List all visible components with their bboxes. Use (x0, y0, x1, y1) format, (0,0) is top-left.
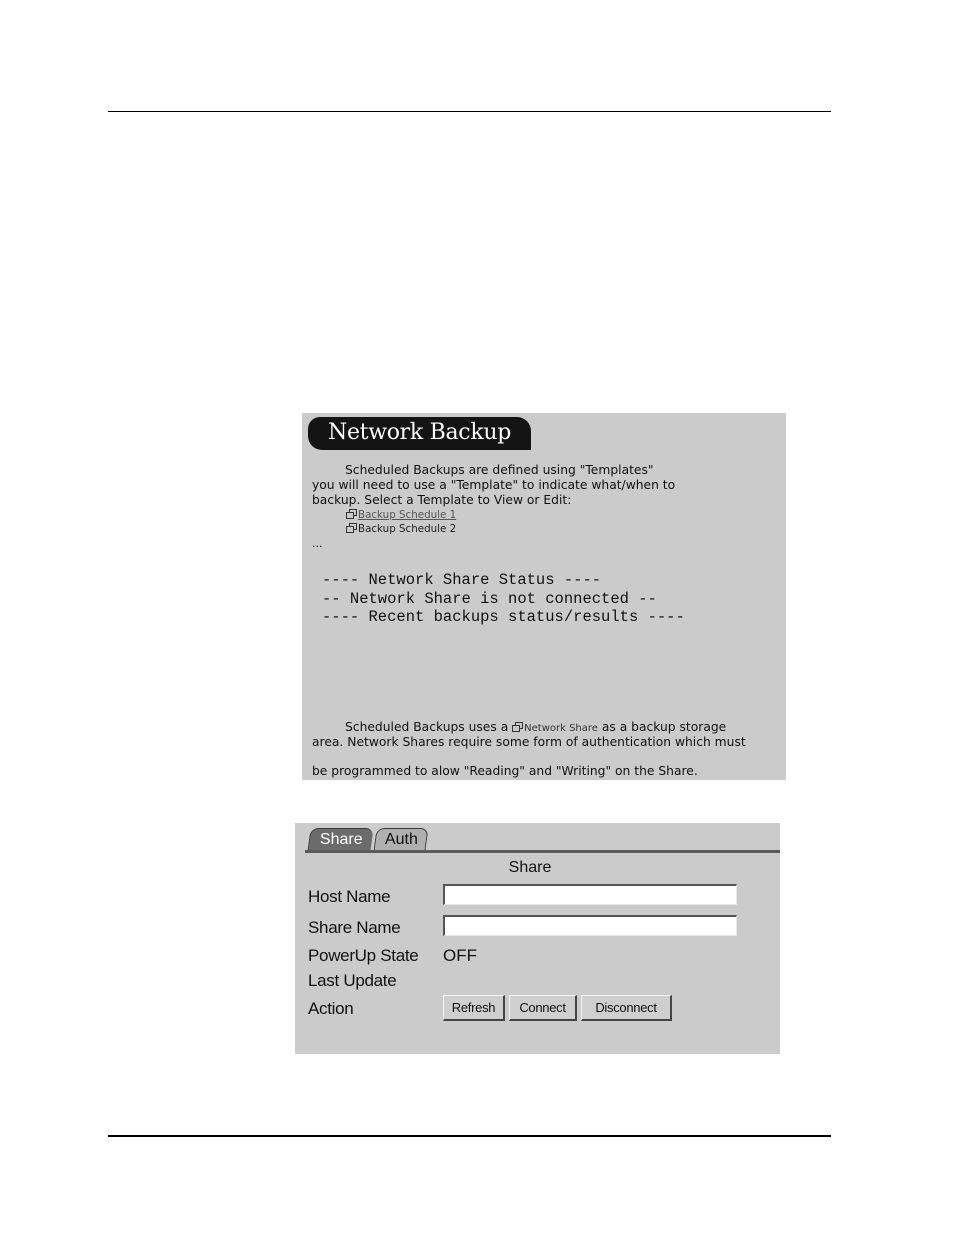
intro-line-2: you will need to use a "Template" to ind… (312, 478, 676, 492)
status-line-recent-backups: ---- Recent backups status/results ---- (322, 608, 685, 626)
window-icon (512, 722, 524, 732)
footer-line-2: area. Network Shares require some form o… (312, 735, 746, 749)
section-title-text: Share (508, 859, 552, 876)
network-share-link[interactable]: Network Share (512, 722, 598, 734)
window-icon (346, 509, 357, 519)
powerup-state-value: OFF (443, 946, 477, 965)
panel-title: Network Backup (328, 420, 512, 445)
footer-text: Scheduled Backups uses a Network Share a… (312, 720, 784, 736)
tab-auth-label: Auth (384, 831, 418, 848)
last-update-label: Last Update (308, 971, 397, 990)
template-label: Backup Schedule 1 (358, 509, 457, 521)
powerup-state-label: PowerUp State (308, 946, 419, 965)
header-rule (108, 111, 831, 112)
status-line-share-status: ---- Network Share Status ---- (322, 571, 602, 589)
tab-share[interactable]: Share (307, 828, 374, 851)
host-name-label: Host Name (308, 887, 391, 906)
intro-line-3: backup. Select a Template to View or Edi… (312, 493, 572, 507)
share-name-label: Share Name (308, 918, 401, 937)
section-title: Share (295, 859, 765, 877)
footer-line-3: be programmed to alow "Reading" and "Wri… (312, 764, 698, 778)
refresh-button[interactable]: Refresh (443, 995, 505, 1021)
more-ellipsis: ... (312, 537, 323, 550)
share-settings-panel: Share Auth Share Host Name Share Name Po… (295, 823, 780, 1054)
action-label: Action (308, 999, 354, 1018)
template-label: Backup Schedule 2 (358, 523, 457, 535)
connect-button[interactable]: Connect (509, 995, 577, 1021)
footer-rule (108, 1135, 831, 1137)
status-line-not-connected: -- Network Share is not connected -- (322, 590, 657, 608)
template-link-backup-schedule-2[interactable]: Backup Schedule 2 (346, 523, 456, 535)
share-name-input[interactable] (443, 915, 737, 936)
tab-bar-divider (305, 850, 780, 853)
intro-line-1: Scheduled Backups are defined using "Tem… (345, 463, 654, 477)
template-link-backup-schedule-1[interactable]: Backup Schedule 1 (346, 509, 456, 521)
tab-share-label: Share (319, 831, 363, 848)
host-name-input[interactable] (443, 884, 737, 905)
tab-auth[interactable]: Auth (373, 828, 429, 851)
network-backup-panel: Network Backup Scheduled Backups are def… (302, 413, 786, 780)
intro-text: Scheduled Backups are defined using "Tem… (312, 463, 782, 508)
disconnect-button[interactable]: Disconnect (581, 995, 672, 1021)
panel-title-tab: Network Backup (308, 417, 531, 450)
window-icon (346, 523, 357, 533)
footer-part-1: Scheduled Backups uses a (345, 720, 509, 734)
network-share-link-label: Network Share (524, 723, 598, 734)
footer-part-2: as a backup storage (601, 720, 727, 734)
